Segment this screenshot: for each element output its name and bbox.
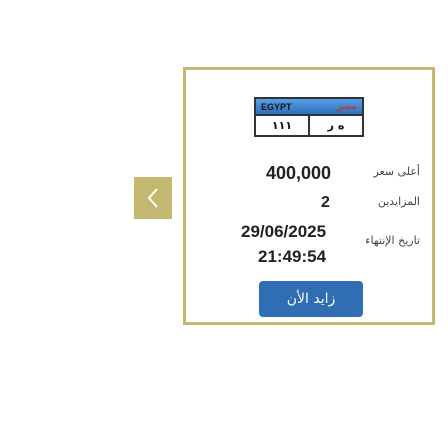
bidders-label: المزايدين [377, 195, 420, 208]
highest-price-label: أعلى سعر [373, 165, 420, 178]
auction-card: EGYPT مصر ١١١ ه ر 400,000 أعلى سعر 2 الم… [183, 67, 435, 325]
plate-number: ١١١ [271, 119, 293, 132]
plate-country-en: EGYPT [261, 101, 292, 112]
highest-price-value: 400,000 [266, 163, 332, 183]
bidders-value: 2 [321, 194, 330, 211]
plate-letters: ه ر [308, 116, 362, 135]
carousel-prev-button[interactable] [134, 177, 172, 219]
chevron-left-icon [147, 188, 158, 208]
bid-now-button[interactable]: زايد الأن [259, 281, 363, 317]
license-plate: EGYPT مصر ١١١ ه ر [254, 97, 364, 137]
plate-country-band: EGYPT مصر [256, 99, 362, 116]
plate-characters: ١١١ ه ر [256, 116, 362, 135]
end-date-label: تاريخ الإنتهاء [365, 234, 420, 247]
end-time-value: 21:49:54 [258, 247, 327, 266]
end-date-value: 29/06/2025 [241, 222, 327, 241]
plate-country-ar: مصر [336, 101, 357, 112]
